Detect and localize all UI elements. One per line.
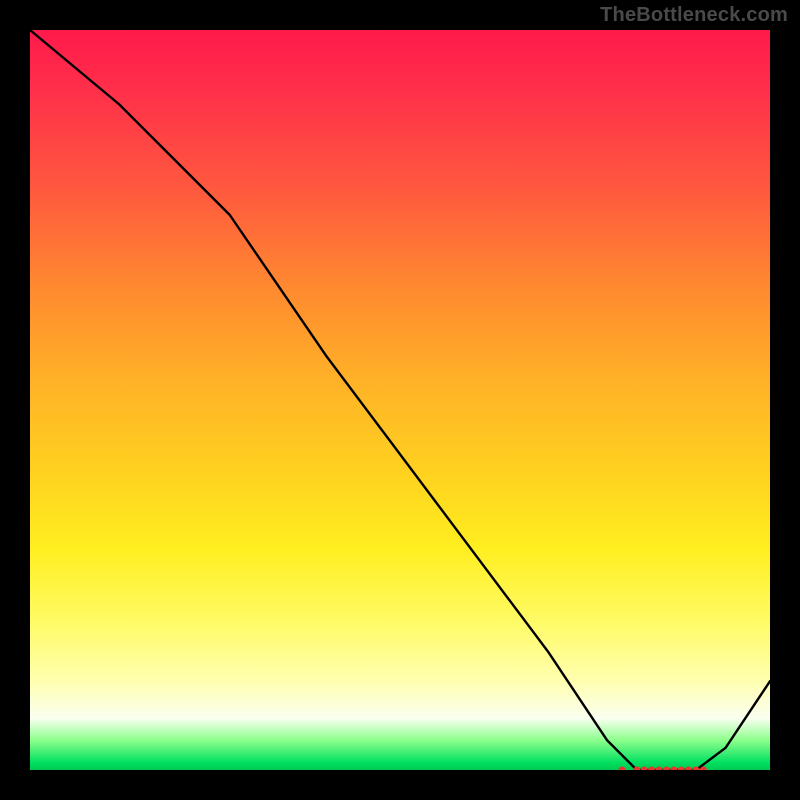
marker-point bbox=[678, 767, 684, 770]
marker-point bbox=[656, 767, 662, 770]
marker-point bbox=[685, 767, 691, 770]
marker-point bbox=[641, 767, 647, 770]
marker-point bbox=[648, 767, 654, 770]
marker-point bbox=[619, 767, 625, 770]
plot-area bbox=[30, 30, 770, 770]
marker-point bbox=[663, 767, 669, 770]
bottleneck-curve bbox=[30, 30, 770, 770]
watermark-label: TheBottleneck.com bbox=[600, 4, 788, 27]
chart-frame: TheBottleneck.com bbox=[0, 0, 800, 800]
plot-svg bbox=[30, 30, 770, 770]
marker-point bbox=[671, 767, 677, 770]
